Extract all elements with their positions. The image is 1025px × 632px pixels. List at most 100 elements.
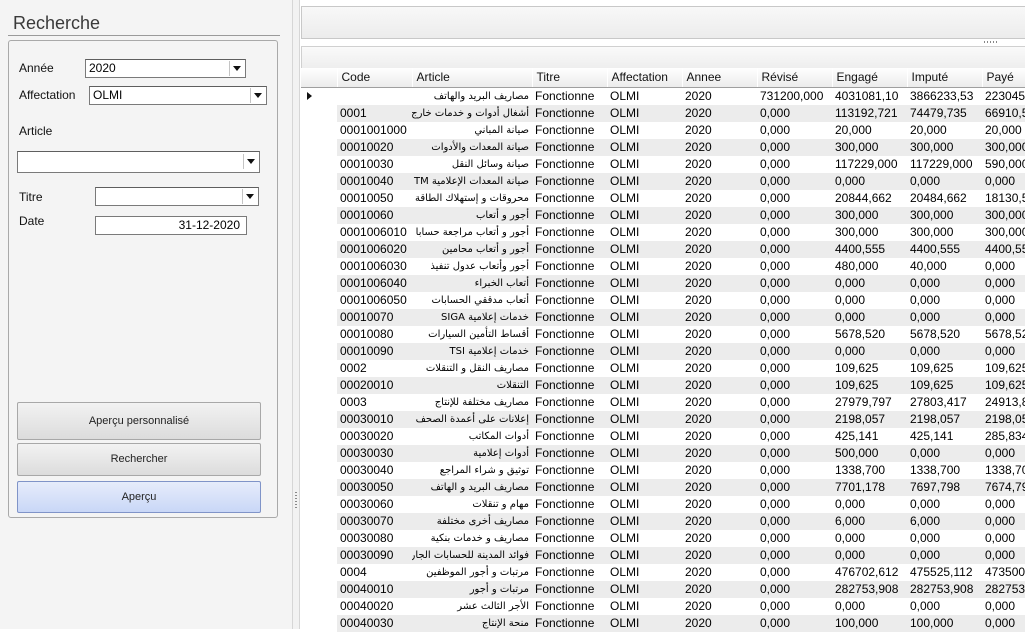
cell-engage[interactable]: 7701,178 bbox=[832, 478, 907, 496]
cell-code[interactable]: 0004 bbox=[337, 564, 412, 581]
cell-impute[interactable]: 5678,520 bbox=[907, 326, 982, 343]
cell-engage[interactable]: 0,000 bbox=[832, 530, 907, 547]
cell-revise[interactable]: 731200,000 bbox=[757, 87, 832, 105]
cell-titre[interactable]: Fonctionne bbox=[532, 104, 607, 122]
date-field[interactable]: 31-12-2020 bbox=[95, 216, 247, 235]
cell-engage[interactable]: 0,000 bbox=[832, 496, 907, 513]
cell-revise[interactable]: 0,000 bbox=[757, 394, 832, 411]
cell-article[interactable]: مصاريف أخرى مختلفة bbox=[412, 512, 532, 530]
cell-annee[interactable]: 2020 bbox=[682, 410, 757, 428]
cell-engage[interactable]: 0,000 bbox=[832, 308, 907, 326]
cell-titre[interactable]: Fonctionne bbox=[532, 172, 607, 190]
cell-code[interactable]: 00010050 bbox=[337, 190, 412, 207]
cell-article[interactable]: مصاريف و خدمات بنكية bbox=[412, 530, 532, 547]
cell-revise[interactable]: 0,000 bbox=[757, 190, 832, 207]
row-indicator[interactable] bbox=[301, 495, 337, 513]
cell-paye[interactable]: 1338,70 bbox=[982, 462, 1025, 479]
cell-titre[interactable]: Fonctionne bbox=[532, 444, 607, 462]
cell-article[interactable]: مهام و تنقلات bbox=[412, 496, 532, 513]
cell-code[interactable]: 00010080 bbox=[337, 326, 412, 343]
cell-code[interactable]: 0001006040 bbox=[337, 274, 412, 292]
table-row[interactable]: 00030040 توثيق و شراء المراجع Fonctionne OL… bbox=[301, 461, 1025, 479]
cell-paye[interactable]: 300,000 bbox=[982, 206, 1025, 224]
cell-annee[interactable]: 2020 bbox=[682, 122, 757, 139]
cell-affectation[interactable]: OLMI bbox=[607, 410, 682, 428]
cell-revise[interactable]: 0,000 bbox=[757, 512, 832, 530]
panel-splitter[interactable] bbox=[292, 0, 300, 629]
cell-annee[interactable]: 2020 bbox=[682, 206, 757, 224]
cell-revise[interactable]: 0,000 bbox=[757, 292, 832, 309]
cell-impute[interactable]: 0,000 bbox=[907, 172, 982, 190]
chevron-down-icon[interactable] bbox=[250, 88, 265, 103]
column-header-paye[interactable]: Payé bbox=[982, 68, 1025, 88]
cell-paye[interactable]: 285,834 bbox=[982, 428, 1025, 445]
table-row[interactable]: 00010030 صيانة وسائل النقل Fonctionne OLMI 2… bbox=[301, 155, 1025, 173]
cell-code[interactable]: 00030070 bbox=[337, 512, 412, 530]
cell-engage[interactable]: 300,000 bbox=[832, 224, 907, 241]
cell-paye[interactable]: 7674,79 bbox=[982, 478, 1025, 496]
cell-engage[interactable]: 6,000 bbox=[832, 512, 907, 530]
cell-affectation[interactable]: OLMI bbox=[607, 462, 682, 479]
row-indicator[interactable] bbox=[301, 87, 337, 105]
row-indicator[interactable] bbox=[301, 580, 337, 598]
cell-annee[interactable]: 2020 bbox=[682, 428, 757, 445]
cell-annee[interactable]: 2020 bbox=[682, 530, 757, 547]
cell-article[interactable]: صيانة المباني bbox=[412, 122, 532, 139]
cell-code[interactable]: 00010070 bbox=[337, 308, 412, 326]
cell-annee[interactable]: 2020 bbox=[682, 478, 757, 496]
row-indicator[interactable] bbox=[301, 529, 337, 547]
cell-annee[interactable]: 2020 bbox=[682, 580, 757, 598]
table-row[interactable]: 00030010 إعلانات على أعمدة الصحف Fonctionn… bbox=[301, 410, 1025, 428]
cell-article[interactable]: محروقات و إستهلاك الطاقة bbox=[412, 190, 532, 207]
cell-revise[interactable]: 0,000 bbox=[757, 598, 832, 615]
cell-affectation[interactable]: OLMI bbox=[607, 190, 682, 207]
table-row[interactable]: 00010090 خدمات إعلامية TSI Fonctionne OLMI 2… bbox=[301, 342, 1025, 360]
table-row[interactable]: 00010060 أجور و أتعاب Fonctionne OLMI 2020 0,… bbox=[301, 206, 1025, 224]
cell-annee[interactable]: 2020 bbox=[682, 342, 757, 360]
cell-paye[interactable]: 300,000 bbox=[982, 138, 1025, 156]
cell-titre[interactable]: Fonctionne bbox=[532, 224, 607, 241]
cell-article[interactable]: أجور و أتعاب مراجعة حسابا bbox=[412, 224, 532, 241]
cell-code[interactable] bbox=[337, 87, 412, 105]
cell-revise[interactable]: 0,000 bbox=[757, 428, 832, 445]
cell-engage[interactable]: 425,141 bbox=[832, 428, 907, 445]
cell-revise[interactable]: 0,000 bbox=[757, 308, 832, 326]
cell-impute[interactable]: 300,000 bbox=[907, 206, 982, 224]
cell-impute[interactable]: 0,000 bbox=[907, 308, 982, 326]
cell-annee[interactable]: 2020 bbox=[682, 240, 757, 258]
cell-paye[interactable]: 0,000 bbox=[982, 342, 1025, 360]
cell-titre[interactable]: Fonctionne bbox=[532, 478, 607, 496]
column-header-code[interactable]: Code bbox=[337, 68, 413, 88]
cell-engage[interactable]: 480,000 bbox=[832, 258, 907, 275]
cell-article[interactable]: توثيق و شراء المراجع bbox=[412, 462, 532, 479]
cell-article[interactable]: مرتبات و أجور bbox=[412, 580, 532, 598]
cell-affectation[interactable]: OLMI bbox=[607, 274, 682, 292]
cell-annee[interactable]: 2020 bbox=[682, 462, 757, 479]
row-indicator[interactable] bbox=[301, 461, 337, 479]
chevron-down-icon[interactable] bbox=[243, 154, 258, 169]
cell-impute[interactable]: 0,000 bbox=[907, 342, 982, 360]
cell-affectation[interactable]: OLMI bbox=[607, 376, 682, 394]
cell-affectation[interactable]: OLMI bbox=[607, 308, 682, 326]
cell-code[interactable]: 0003 bbox=[337, 394, 412, 411]
cell-affectation[interactable]: OLMI bbox=[607, 240, 682, 258]
table-row[interactable]: 00030080 مصاريف و خدمات بنكية Fonctionne OL… bbox=[301, 529, 1025, 547]
cell-revise[interactable]: 0,000 bbox=[757, 206, 832, 224]
table-row[interactable]: 00010040 صيانة المعدات الإعلامية TM Foncti… bbox=[301, 172, 1025, 190]
cell-paye[interactable]: 109,625 bbox=[982, 376, 1025, 394]
cell-article[interactable]: مرتبات و أجور الموظفين bbox=[412, 564, 532, 581]
cell-paye[interactable]: 0,000 bbox=[982, 274, 1025, 292]
cell-engage[interactable]: 0,000 bbox=[832, 172, 907, 190]
cell-article[interactable]: أدوات المكاتب bbox=[412, 428, 532, 445]
cell-paye[interactable]: 20,000 bbox=[982, 122, 1025, 139]
cell-titre[interactable]: Fonctionne bbox=[532, 342, 607, 360]
cell-impute[interactable]: 7697,798 bbox=[907, 478, 982, 496]
cell-titre[interactable]: Fonctionne bbox=[532, 274, 607, 292]
table-row[interactable]: 00010050 محروقات و إستهلاك الطاقة Fonction… bbox=[301, 189, 1025, 207]
cell-impute[interactable]: 0,000 bbox=[907, 444, 982, 462]
cell-paye[interactable]: 590,000 bbox=[982, 156, 1025, 173]
cell-engage[interactable]: 0,000 bbox=[832, 274, 907, 292]
cell-affectation[interactable]: OLMI bbox=[607, 326, 682, 343]
cell-paye[interactable]: 18130,5 bbox=[982, 190, 1025, 207]
cell-titre[interactable]: Fonctionne bbox=[532, 156, 607, 173]
